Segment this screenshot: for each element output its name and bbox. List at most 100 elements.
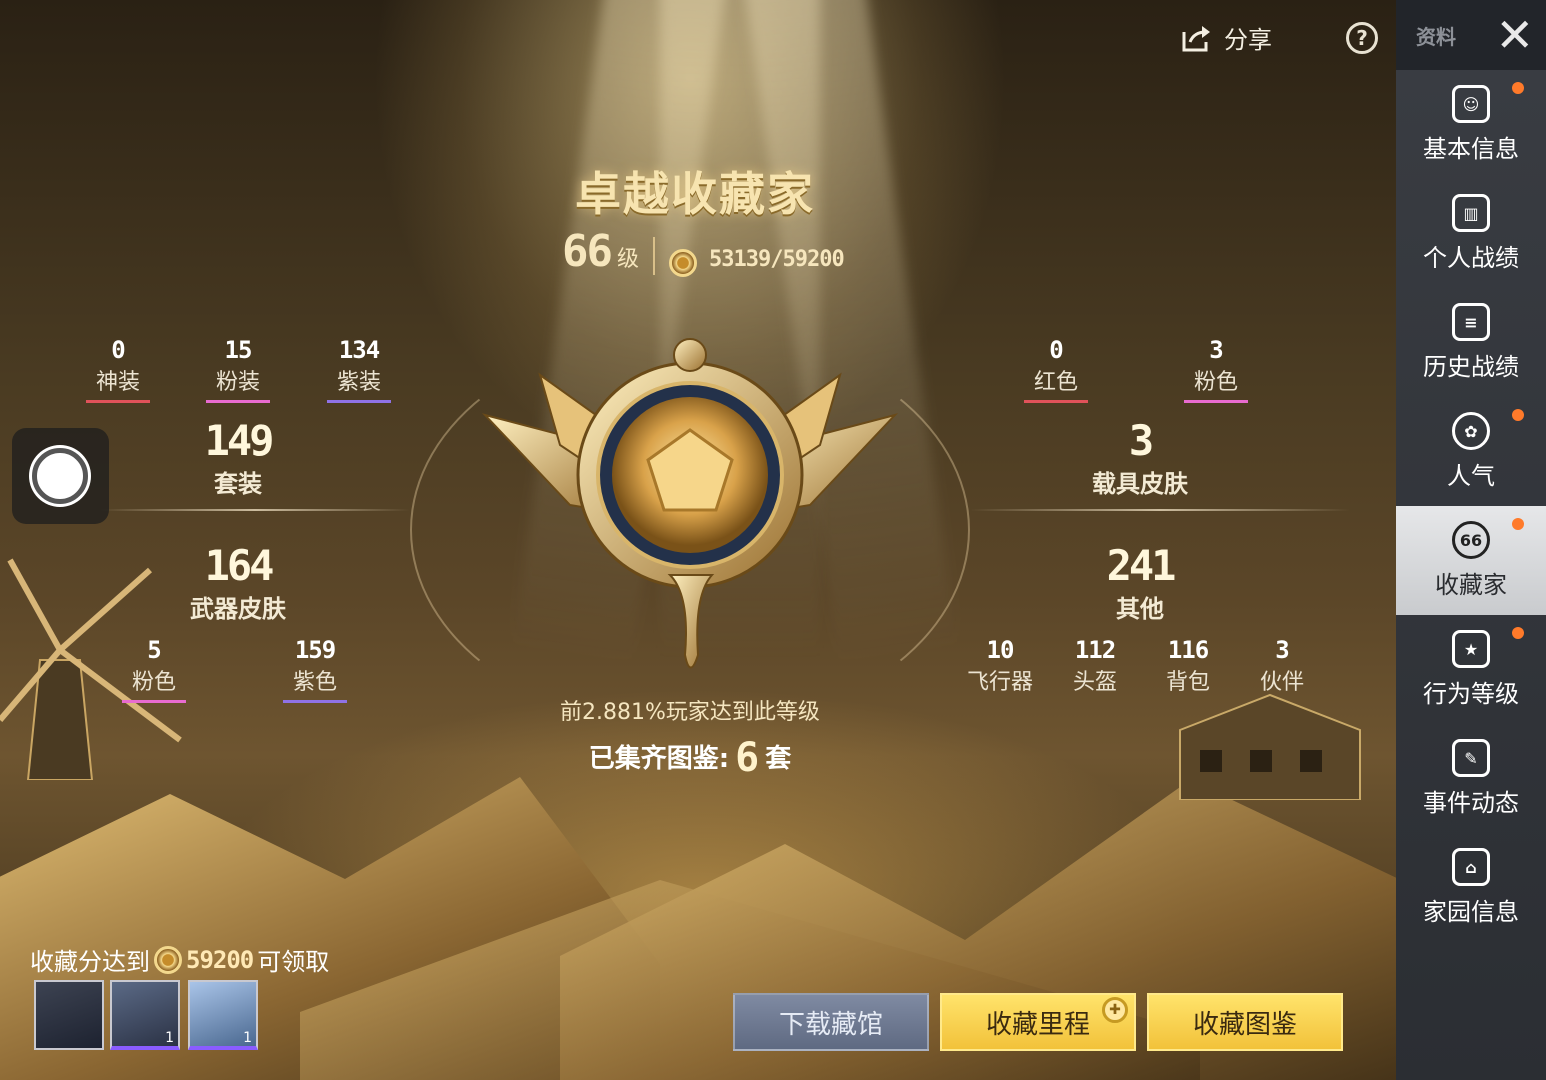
collection-score: 53139/59200 [709, 247, 845, 272]
collection-milestone-button[interactable]: 收藏里程 ✚ [940, 993, 1136, 1051]
reward-item-avatar-frame[interactable] [34, 980, 104, 1050]
stat-label: 武器皮肤 [190, 595, 286, 623]
reward-hint: 收藏分达到 59200 可领取 [30, 942, 329, 977]
stat-weapon-skins: 164 武器皮肤 [190, 545, 286, 624]
stat-pink-outfit: 15 粉装 [205, 336, 271, 403]
sidebar-item-behavior-level[interactable]: ★ 行为等级 [1396, 615, 1546, 724]
help-icon[interactable]: ? [1346, 22, 1378, 54]
stat-value: 134 [338, 336, 380, 364]
reward-threshold: 59200 [186, 945, 254, 974]
notification-dot [1512, 518, 1524, 530]
stat-companion: 3 伙伴 [1250, 636, 1314, 700]
completed-suffix: 套 [765, 744, 792, 774]
sidebar-header-label: 资料 [1416, 24, 1456, 49]
sidebar-item-label: 基本信息 [1423, 135, 1519, 163]
stat-backpack: 116 背包 [1156, 636, 1220, 700]
reward-item-card[interactable]: 1 [110, 980, 180, 1050]
right-divider [970, 509, 1350, 511]
floating-assist-button[interactable] [12, 428, 109, 524]
level-divider [653, 237, 655, 275]
sidebar-item-basic-info[interactable]: ☺ 基本信息 [1396, 70, 1546, 179]
completed-prefix: 已集齐图鉴: [588, 744, 730, 774]
sidebar-item-label: 行为等级 [1423, 680, 1519, 708]
collector-badge-icon: 66 [1452, 521, 1490, 559]
share-icon [1182, 25, 1210, 51]
stat-value: 3 [1128, 416, 1154, 465]
share-button[interactable]: 分享 [1180, 20, 1272, 55]
download-museum-button[interactable]: 下载藏馆 [733, 993, 929, 1051]
star-shield-icon: ★ [1452, 630, 1490, 668]
stat-label: 其他 [1115, 595, 1164, 623]
level-number: 66 [562, 226, 613, 277]
collection-catalog-button[interactable]: 收藏图鉴 [1147, 993, 1343, 1051]
gift-icon: ✚ [1102, 997, 1128, 1023]
sidebar-item-label: 历史战绩 [1423, 353, 1519, 381]
stat-value: 116 [1167, 636, 1209, 664]
document-search-icon: ≡ [1452, 303, 1490, 341]
stat-vehicle-skins: 3 载具皮肤 [1092, 420, 1188, 499]
sidebar-item-personal-record[interactable]: ▥ 个人战绩 [1396, 179, 1546, 288]
stat-value: 164 [204, 541, 275, 590]
edit-document-icon: ✎ [1452, 739, 1490, 777]
stat-label: 神装 [85, 364, 151, 403]
frying-pan-emblem-icon [481, 338, 899, 669]
stat-weapon-purple: 159 紫色 [282, 636, 348, 703]
stat-label: 背包 [1165, 670, 1211, 695]
stat-value: 0 [1049, 336, 1063, 364]
stat-label: 载具皮肤 [1092, 470, 1188, 498]
stat-vehicle-pink: 3 粉色 [1183, 336, 1249, 403]
notification-dot [1512, 82, 1524, 94]
stat-value: 112 [1074, 636, 1116, 664]
stat-value: 149 [204, 416, 275, 465]
stat-helmet: 112 头盔 [1063, 636, 1127, 700]
stat-label: 紫装 [326, 364, 392, 403]
stat-label: 伙伴 [1259, 670, 1305, 695]
stat-value: 0 [111, 336, 125, 364]
popularity-icon: ✿ [1452, 412, 1490, 450]
sidebar-item-popularity[interactable]: ✿ 人气 [1396, 397, 1546, 506]
stat-legendary-outfit: 0 神装 [85, 336, 151, 403]
sidebar-item-label: 个人战绩 [1423, 244, 1519, 272]
sidebar-item-history-record[interactable]: ≡ 历史战绩 [1396, 288, 1546, 397]
stat-value: 3 [1275, 636, 1289, 664]
sidebar-item-label: 事件动态 [1423, 789, 1519, 817]
reward-suffix: 可领取 [257, 948, 330, 976]
stat-label: 粉色 [121, 664, 187, 703]
reward-item-count: 1 [243, 1030, 252, 1046]
stat-value: 5 [147, 636, 161, 664]
stat-suits: 149 套装 [204, 416, 275, 499]
assist-knob-icon [32, 448, 88, 504]
stat-value: 241 [1106, 541, 1177, 590]
home-icon: ⌂ [1452, 848, 1490, 886]
close-icon[interactable]: ✕ [1495, 12, 1534, 58]
stat-aircraft: 10 飞行器 [957, 636, 1043, 700]
stat-purple-outfit: 134 紫装 [326, 336, 392, 403]
completed-count: 6 [735, 735, 760, 781]
left-divider [100, 509, 410, 511]
stat-value: 159 [294, 636, 336, 664]
stat-value: 10 [986, 636, 1015, 664]
bar-chart-icon: ▥ [1452, 194, 1490, 232]
stat-label: 套装 [213, 470, 262, 498]
share-label: 分享 [1224, 26, 1272, 54]
sidebar-item-events[interactable]: ✎ 事件动态 [1396, 724, 1546, 833]
stat-value: 15 [224, 336, 253, 364]
reward-item-count: 1 [165, 1030, 174, 1046]
reward-item-badge[interactable]: 1 [188, 980, 258, 1050]
stat-label: 粉色 [1183, 364, 1249, 403]
stat-value: 3 [1209, 336, 1223, 364]
collector-level: 66 级 53139/59200 [562, 226, 845, 277]
milestone-label: 收藏里程 [985, 1009, 1090, 1040]
reward-prefix: 收藏分达到 [30, 948, 150, 976]
profile-icon: ☺ [1452, 85, 1490, 123]
collector-title: 卓越收藏家 [575, 167, 815, 221]
stat-label: 红色 [1023, 364, 1089, 403]
sidebar-item-label: 家园信息 [1423, 898, 1519, 926]
profile-sidebar: 资料 ✕ ☺ 基本信息 ▥ 个人战绩 ≡ 历史战绩 ✿ 人气 66 收藏家 ★ … [1396, 0, 1546, 1080]
sidebar-item-collector[interactable]: 66 收藏家 [1396, 506, 1546, 615]
level-unit: 级 [616, 247, 639, 272]
stat-label: 飞行器 [966, 670, 1034, 695]
stat-label: 粉装 [205, 364, 271, 403]
sidebar-item-home-info[interactable]: ⌂ 家园信息 [1396, 833, 1546, 942]
stat-weapon-pink: 5 粉色 [121, 636, 187, 703]
